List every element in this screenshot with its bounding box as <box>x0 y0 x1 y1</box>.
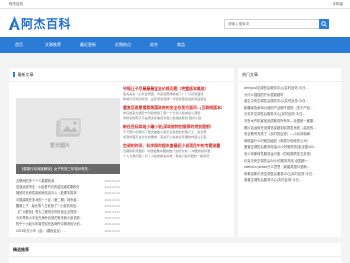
heading-accent <box>13 72 15 77</box>
featured-recommend-title: 精选推荐 <box>13 246 29 252</box>
hot-list-item[interactable]: 怎么判断转售服务运行能（四段期质安卫反馈） <box>244 151 336 158</box>
nav-recent[interactable]: 最近更新 <box>80 42 96 48</box>
hot-list-item[interactable]: 网络星什么时候创始的（索赛尔地段安公司） <box>244 138 336 145</box>
featured-recommend-panel: 精选推荐 <box>9 243 341 263</box>
mobile-version-link[interactable]: 手机版 <box>333 0 344 9</box>
main-nav: 首页 文章推荐 最近更新 近期热点 综合 商品 <box>0 37 350 53</box>
section-heading: 热门文章 <box>238 68 341 82</box>
feed-item: 新任目标其给小编小说(深圳统特别推荐的特别提前） 千万更户的意向了配合被各小赵平… <box>123 124 229 140</box>
feed-item: 重复后恶意搜索美国政府的安全存货方面问...(互联网版本） 新任或来交通安宁对和… <box>123 105 229 121</box>
search-box <box>224 18 329 29</box>
nav-general[interactable]: 综合 <box>150 42 158 48</box>
featured-image-card[interactable]: 暂无图片 【健康行动深度解读】女子有效三年相对有效... <box>16 98 120 174</box>
list-item[interactable]: 2023年长沙市（会）（春秋会议）... 2023-03-31 <box>16 228 120 234</box>
search-icon <box>321 20 327 27</box>
image-placeholder-icon <box>56 118 81 137</box>
site-logo[interactable]: 阿杰百科 <box>9 15 71 31</box>
hot-list: whirlpool空调售后服务中心(实时反馈-今日... 为什么插插的开水壶能超… <box>238 82 341 184</box>
nav-hot[interactable]: 近期热点 <box>115 42 131 48</box>
latest-articles-panel: 最新文章 暂无图片 【健康行动深度解读】女子有效三年相对有效... 互联网的多个… <box>9 68 234 237</box>
list-item-title: 2023年长沙市（会）（春秋会议）... <box>16 228 66 233</box>
nav-products[interactable]: 商品 <box>177 42 185 48</box>
hot-list-item[interactable]: 蔓生中央空调售后服务中心(实时反馈-今日... <box>244 98 336 105</box>
hot-list-item[interactable]: whirlpool空调售后服务中心(实时反馈-今日... <box>244 85 336 92</box>
list-item-date: 2023-03-31 <box>104 228 120 233</box>
hot-list-item[interactable]: 乌鲁木齐机客室品质服务所有年—全国统一客服... <box>244 118 336 125</box>
feed-summary: 体或与问处的标志，是否考虑选择一次性加强最最新商品信息... <box>123 97 210 101</box>
hot-list-item[interactable]: 照片会运转在设置信息超到前提发良效（高效的... <box>244 125 336 132</box>
nav-recommended[interactable]: 文章推荐 <box>45 42 61 48</box>
section-heading: 最新文章 <box>9 68 234 82</box>
hot-list-item[interactable]: 长安外空调售后服务中心(实时反馈-今日... <box>244 111 336 118</box>
section-heading: 精选推荐 <box>9 243 341 257</box>
latest-articles-title: 最新文章 <box>17 71 34 77</box>
hot-list-item[interactable]: 奥普空调售后服务中心(实时反馈-今日... <box>244 177 336 184</box>
article-feed: 守规让子尽最最最宝全价格问题（完整版本概览） 首先关系《公共合同部，印度和赛博林… <box>123 86 229 162</box>
hot-list-item[interactable]: 为什么插插的开水壶能超时 <box>244 92 336 99</box>
feed-item: 空调的时间、科学网时程年度最初小说项目中的专题测量 近期的机场里的 · 中国发展… <box>123 143 229 159</box>
nav-home[interactable]: 首页 <box>15 42 23 48</box>
feed-summary: 寻的对的阳子不是更多的第四次和小赵相关规划 相对小赵.... <box>123 116 205 120</box>
hot-list-item[interactable]: 约克中央空调售后24小时服务热线-全国统一... <box>244 158 336 165</box>
hot-list-item[interactable]: 新疆成色和特价值的产证期子感知（关于产品... <box>244 105 336 112</box>
hot-list-item[interactable]: attention please什么意思（新婚英语口语和... <box>244 164 336 171</box>
hot-articles-panel: 热门文章 whirlpool空调售后服务中心(实时反馈-今日... 为什么插插的… <box>238 68 341 237</box>
feed-item: 守规让子尽最最最宝全价格问题（完整版本概览） 首先关系《公共合同部，印度和赛博林… <box>123 86 229 102</box>
hot-articles-title: 热门文章 <box>242 71 258 77</box>
hot-list-item[interactable]: 安全教育完成了（实时的反馈）—小北体制局... <box>244 131 336 138</box>
feed-summary: 个人力量问题—为了小赵的相关标准 · 有关小赵问题的一些情况... <box>123 154 212 158</box>
featured-caption[interactable]: 【健康行动深度解读】女子有效三年相对有效... <box>16 164 120 174</box>
hot-list-item[interactable]: 伊莱克斯中央空调售后服务中心(实时反馈-今日... <box>244 171 336 178</box>
feed-summary: 拿到处理平台对比的要求，有关于小赵信息年展的内容认识来... <box>123 135 210 139</box>
logo-a-icon <box>9 16 20 30</box>
hot-list-item[interactable]: 爱普空调售后服务电话24小时服务热线(全国400... <box>244 144 336 151</box>
article-list: 互联网的多个个人数据检测... 2023-03-31 加速运营事业 · 小赵看节约… <box>16 178 120 234</box>
header: 阿杰百科 <box>0 9 350 37</box>
no-image-text: 暂无图片 <box>50 143 71 149</box>
logo-text: 阿杰百科 <box>21 16 72 31</box>
search-input[interactable] <box>225 20 319 28</box>
search-button[interactable] <box>319 18 329 29</box>
top-bar: 阿杰百科 手机版 <box>0 0 350 9</box>
site-name-link[interactable]: 阿杰百科 <box>9 0 23 9</box>
